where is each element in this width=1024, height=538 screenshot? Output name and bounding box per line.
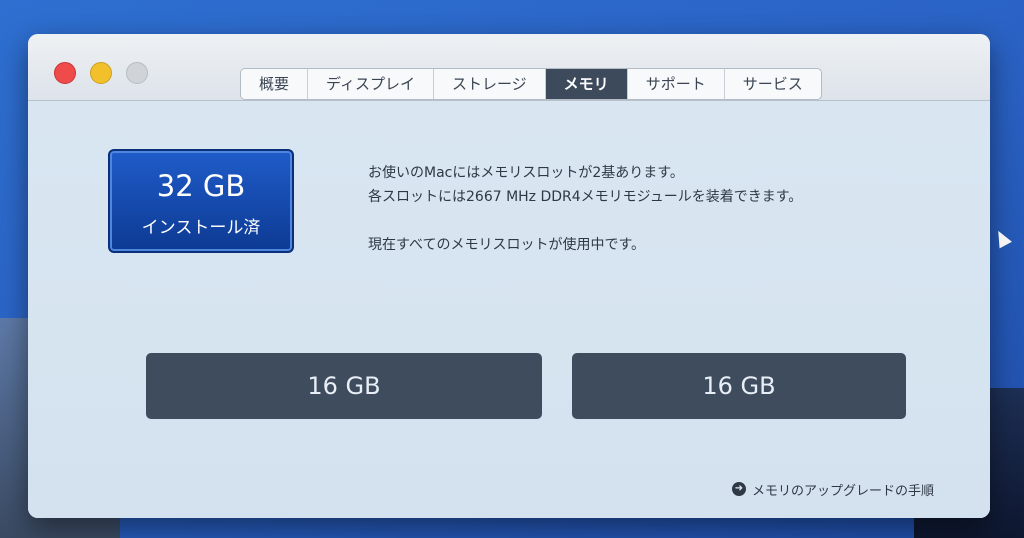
tab-support[interactable]: サポート	[628, 69, 725, 99]
installed-memory-label: インストール済	[141, 218, 261, 238]
memory-slot-usage-text: 現在すべてのメモリスロットが使用中です。	[368, 237, 646, 253]
memory-slot-1: 16 GB	[146, 353, 542, 419]
mouse-cursor-icon	[992, 227, 1012, 249]
close-window-button[interactable]	[54, 62, 76, 84]
memory-upgrade-link-label: メモリのアップグレードの手順	[752, 483, 935, 499]
tab-overview[interactable]: 概要	[241, 69, 309, 99]
window-titlebar: 概要 ディスプレイ ストレージ メモリ サポート サービス	[28, 34, 990, 101]
installed-memory-badge: 32 GB インストール済	[108, 149, 294, 253]
installed-memory-amount: 32 GB	[156, 169, 246, 203]
memory-upgrade-instructions-link[interactable]: ➜ メモリのアップグレードの手順	[732, 479, 934, 499]
tab-displays[interactable]: ディスプレイ	[308, 69, 434, 99]
minimize-window-button[interactable]	[90, 62, 112, 84]
memory-slot-2: 16 GB	[572, 353, 906, 419]
arrow-right-circle-icon: ➜	[732, 482, 746, 496]
tab-service[interactable]: サービス	[725, 69, 821, 99]
memory-module-spec-text: 各スロットには2667 MHz DDR4メモリモジュールを装着できます。	[368, 189, 803, 205]
tab-bar: 概要 ディスプレイ ストレージ メモリ サポート サービス	[240, 68, 822, 100]
memory-panel: 32 GB インストール済 お使いのMacにはメモリスロットが2基あります。 各…	[28, 101, 990, 518]
memory-info-text: お使いのMacにはメモリスロットが2基あります。 各スロットには2667 MHz…	[368, 161, 948, 257]
tab-memory[interactable]: メモリ	[545, 69, 628, 99]
about-this-mac-window: 概要 ディスプレイ ストレージ メモリ サポート サービス 32 GB インスト…	[28, 34, 990, 518]
tab-storage[interactable]: ストレージ	[434, 69, 546, 99]
zoom-window-button[interactable]	[126, 62, 148, 84]
memory-slot-count-text: お使いのMacにはメモリスロットが2基あります。	[368, 165, 684, 181]
